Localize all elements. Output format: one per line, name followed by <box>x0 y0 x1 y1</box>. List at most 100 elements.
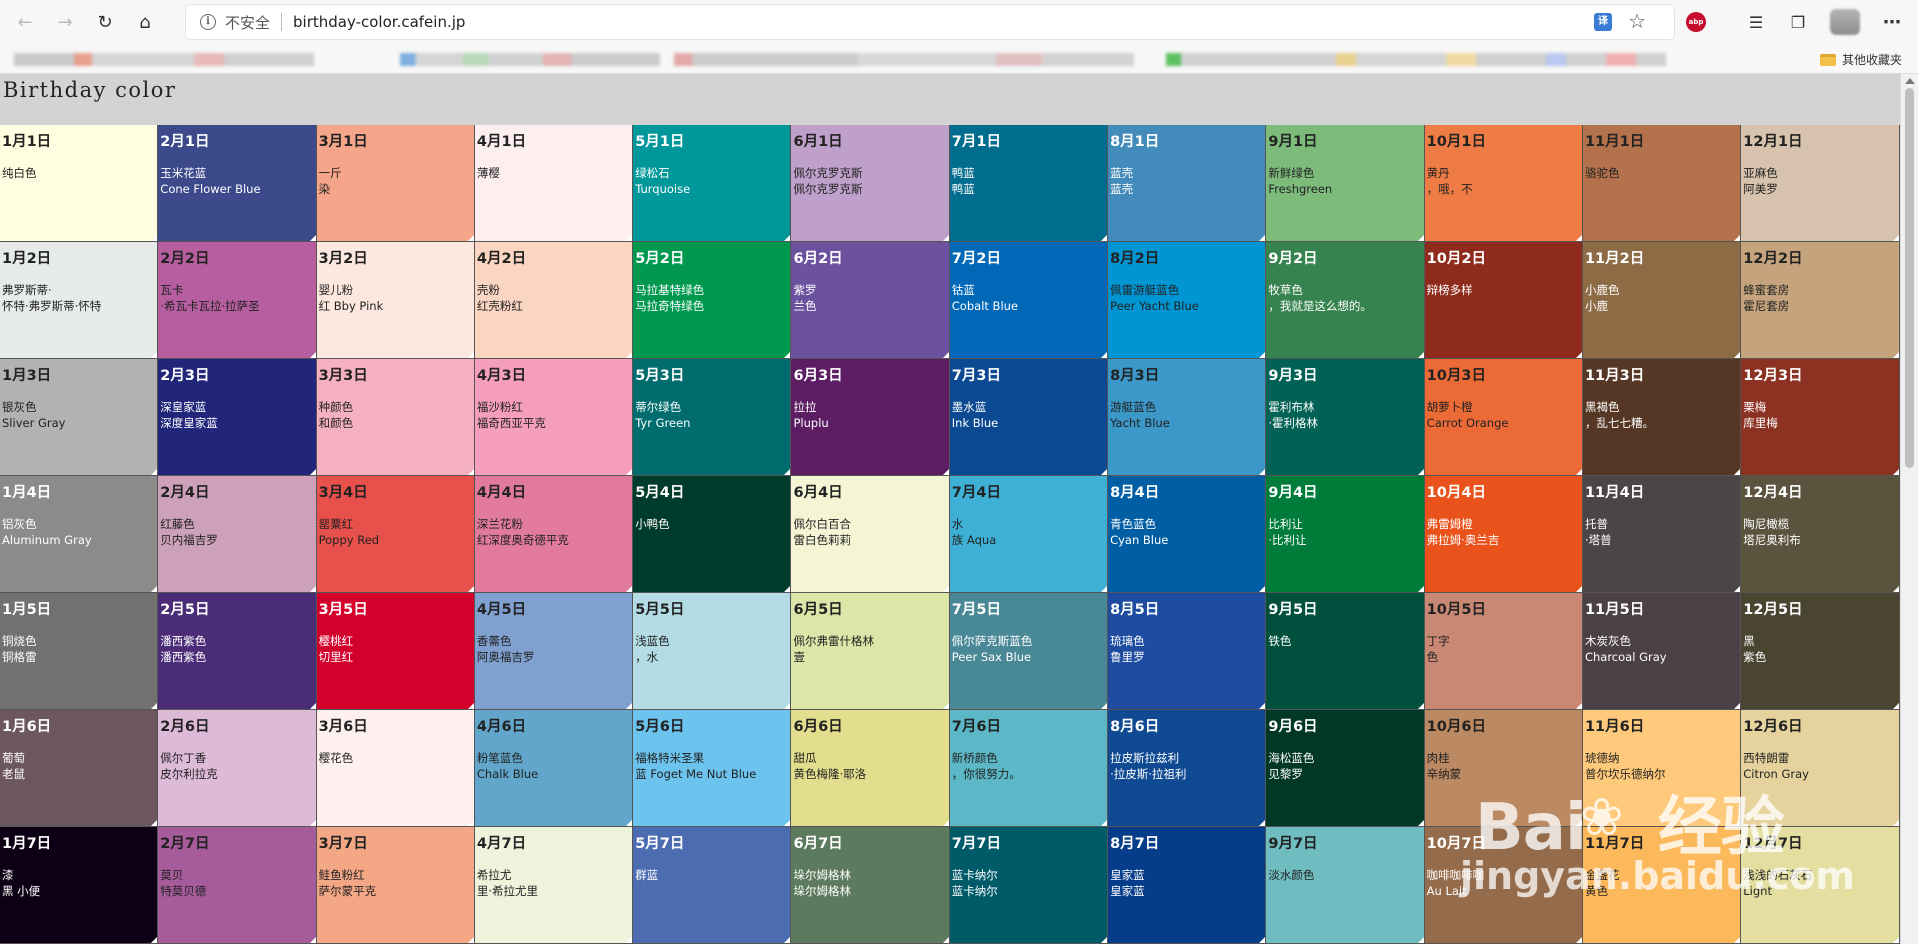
color-cell[interactable]: 12月5日黑紫色 <box>1741 593 1900 710</box>
color-cell[interactable]: 5月2日 马拉基特绿色 马拉奇特绿色 <box>633 242 792 359</box>
color-cell[interactable]: 3月6日 樱花色 <box>316 710 475 827</box>
color-cell[interactable]: 11月2日 小鹿色 小鹿 <box>1582 242 1742 359</box>
color-cell[interactable]: 1月6日 葡萄 老鼠 <box>0 710 159 827</box>
color-cell[interactable]: 10月5日 丁字色 <box>1424 593 1583 710</box>
color-cell[interactable]: 4月2日 壳粉 红壳粉红 <box>474 242 634 359</box>
color-cell[interactable]: 2月7日 莫贝 特莫贝德 <box>158 827 317 944</box>
color-cell[interactable]: 10月1日 黄丹 ，哦，不 <box>1424 125 1583 242</box>
bookmark-blurred[interactable] <box>674 53 1134 66</box>
color-cell[interactable]: 10月6日 肉桂 辛纳蒙 <box>1424 710 1583 827</box>
color-cell[interactable]: 3月2日 婴儿粉红 Bby Pink <box>316 242 475 359</box>
color-cell[interactable]: 2月1日 玉米花蓝 Cone Flower Blue <box>158 125 317 242</box>
color-cell[interactable]: 8月5日 琉璃色 鲁里罗 <box>1108 593 1267 710</box>
color-cell[interactable]: 12月7日 浅浅的石灰石 Light <box>1741 827 1900 944</box>
color-cell[interactable]: 10月4日 弗雷姆橙 弗拉姆·奥兰吉 <box>1424 476 1583 593</box>
color-cell[interactable]: 11月6日 琥德纳 普尔坎乐德纳尔 <box>1582 710 1742 827</box>
color-cell[interactable]: 11月7日 金盏花 黄色 <box>1582 827 1742 944</box>
color-cell[interactable]: 3月3日 种颜色 和颜色 <box>316 359 475 476</box>
color-cell[interactable]: 2月2日 瓦卡 ·希瓦卡瓦拉·拉萨圣 <box>158 242 317 359</box>
color-cell[interactable]: 9月2日 牧草色 ，我就是这么想的。 <box>1266 242 1425 359</box>
color-cell[interactable]: 8月6日 拉皮斯拉兹利 ·拉皮斯·拉祖利 <box>1108 710 1267 827</box>
color-cell[interactable]: 8月7日 皇家蓝 皇家蓝 <box>1108 827 1267 944</box>
color-cell[interactable]: 3月7日 鲑鱼粉红 萨尔蒙平克 <box>316 827 475 944</box>
color-cell[interactable]: 12月4日 陶尼橄榄 塔尼奥利布 <box>1741 476 1900 593</box>
color-cell[interactable]: 5月3日 蒂尔绿色 Tyr Green <box>633 359 792 476</box>
color-cell[interactable]: 1月5日 铜烧色 铜格雷 <box>0 593 159 710</box>
color-cell[interactable]: 12月6日 西特朗雷 Citron Gray <box>1741 710 1900 827</box>
color-cell[interactable]: 4月3日 福沙粉红 福奇西亚平克 <box>474 359 634 476</box>
adblock-icon[interactable]: abp <box>1684 10 1708 34</box>
color-cell[interactable]: 7月6日 新桥颜色 ，你很努力。 <box>949 710 1109 827</box>
profile-avatar[interactable] <box>1830 9 1860 35</box>
color-cell[interactable]: 7月5日 佩尔萨克斯蓝色 Peer Sax Blue <box>949 593 1109 710</box>
forward-arrow-icon[interactable]: → <box>50 7 80 37</box>
color-cell[interactable]: 5月7日 群蓝 <box>633 827 792 944</box>
color-cell[interactable]: 1月3日 银灰色 Sliver Gray <box>0 359 159 476</box>
color-cell[interactable]: 1月4日 铝灰色 Aluminum Gray <box>0 476 159 593</box>
collections-icon[interactable]: ❐ <box>1786 10 1810 34</box>
color-cell[interactable]: 5月1日 绿松石 Turquoise <box>633 125 792 242</box>
star-icon[interactable]: ☆ <box>1628 9 1646 33</box>
color-cell[interactable]: 12月2日 蜂蜜套房 霍尼套房 <box>1741 242 1900 359</box>
color-cell[interactable]: 8月3日 游艇蓝色 Yacht Blue <box>1108 359 1267 476</box>
color-cell[interactable]: 3月4日 罂粟红 Poppy Red <box>316 476 475 593</box>
other-bookmarks-button[interactable]: 其他收藏夹 <box>1819 51 1902 68</box>
color-cell[interactable]: 1月1日 纯白色 <box>0 125 159 242</box>
color-cell[interactable]: 7月4日水族 Aqua <box>949 476 1109 593</box>
color-cell[interactable]: 2月5日 潘西紫色 潘西紫色 <box>158 593 317 710</box>
color-cell[interactable]: 9月4日 比利让 ·比利让 <box>1266 476 1425 593</box>
color-cell[interactable]: 9月3日 霍利布林 ·霍利格林 <box>1266 359 1425 476</box>
color-cell[interactable]: 10月7日 咖啡咖啡咖 Au Lait <box>1424 827 1583 944</box>
translate-icon[interactable]: 译 <box>1594 13 1612 31</box>
color-cell[interactable]: 7月3日 墨水蓝 Ink Blue <box>949 359 1109 476</box>
bookmark-blurred[interactable] <box>1166 53 1666 66</box>
color-cell[interactable]: 7月7日 蓝卡纳尔 蓝卡纳尔 <box>949 827 1109 944</box>
more-icon[interactable]: ⋯ <box>1880 10 1904 34</box>
color-cell[interactable]: 11月4日 托普 ·塔普 <box>1582 476 1742 593</box>
color-cell[interactable]: 4月7日 希拉尤 里·希拉尤里 <box>474 827 634 944</box>
color-cell[interactable]: 9月6日 海松蓝色 见黎罗 <box>1266 710 1425 827</box>
color-cell[interactable]: 3月1日 一斤染 <box>316 125 475 242</box>
color-cell[interactable]: 7月1日 鸭蓝 鸭蓝 <box>949 125 1109 242</box>
color-cell[interactable]: 10月3日 胡萝卜橙 Carrot Orange <box>1424 359 1583 476</box>
back-arrow-icon[interactable]: ← <box>10 7 40 37</box>
color-cell[interactable]: 6月4日 佩尔白百合 雷白色莉莉 <box>791 476 950 593</box>
color-cell[interactable]: 4月6日 粉笔蓝色 Chalk Blue <box>474 710 634 827</box>
color-cell[interactable]: 12月1日 亚麻色 阿美罗 <box>1741 125 1900 242</box>
color-cell[interactable]: 6月1日 佩尔克罗克斯 佩尔克罗克斯 <box>791 125 950 242</box>
color-cell[interactable]: 12月3日 栗梅 库里梅 <box>1741 359 1900 476</box>
scroll-thumb[interactable] <box>1905 88 1914 468</box>
color-cell[interactable]: 1月2日 弗罗斯蒂· 怀特·弗罗斯蒂·怀特 <box>0 242 159 359</box>
color-cell[interactable]: 6月2日 紫罗 兰色 <box>791 242 950 359</box>
color-cell[interactable]: 9月5日 铁色 <box>1266 593 1425 710</box>
color-cell[interactable]: 6月6日 甜瓜 黄色梅隆·耶洛 <box>791 710 950 827</box>
url-text[interactable]: birthday-color.cafein.jp <box>293 13 465 31</box>
color-cell[interactable]: 11月3日 黑褐色 ，乱七七糟。 <box>1582 359 1742 476</box>
color-cell[interactable]: 5月5日 浅蓝色 ，水 <box>633 593 792 710</box>
color-cell[interactable]: 2月6日 佩尔丁香 皮尔利拉克 <box>158 710 317 827</box>
color-cell[interactable]: 9月7日 淡水颜色 <box>1266 827 1425 944</box>
color-cell[interactable]: 1月7日漆黑 小便 <box>0 827 159 944</box>
bookmark-blurred[interactable] <box>400 53 660 66</box>
color-cell[interactable]: 8月4日 青色蓝色 Cyan Blue <box>1108 476 1267 593</box>
color-cell[interactable]: 3月5日 樱桃红 切里红 <box>316 593 475 710</box>
color-cell[interactable]: 5月4日 小鸭色 <box>633 476 792 593</box>
color-cell[interactable]: 4月5日 香薷色 阿奥福吉罗 <box>474 593 634 710</box>
reload-icon[interactable]: ↻ <box>90 7 120 37</box>
color-cell[interactable]: 6月7日 垛尔姆格林 垛尔姆格林 <box>791 827 950 944</box>
favorites-icon[interactable]: ☰ <box>1744 10 1768 34</box>
page-scrollbar[interactable] <box>1900 74 1918 944</box>
color-cell[interactable]: 10月2日 辩榜多样 <box>1424 242 1583 359</box>
color-cell[interactable]: 7月2日 钴蓝 Cobalt Blue <box>949 242 1109 359</box>
color-cell[interactable]: 11月1日 骆驼色 <box>1582 125 1742 242</box>
address-bar[interactable]: i 不安全 birthday-color.cafein.jp 译 ☆ <box>186 5 1674 39</box>
scroll-up-arrow-icon[interactable] <box>1905 78 1915 84</box>
color-cell[interactable]: 4月1日 薄樱 <box>474 125 634 242</box>
color-cell[interactable]: 6月5日 佩尔弗雷什格林壹 <box>791 593 950 710</box>
color-cell[interactable]: 11月5日 木炭灰色 Charcoal Gray <box>1582 593 1742 710</box>
color-cell[interactable]: 8月2日 佩雷游艇蓝色 Peer Yacht Blue <box>1108 242 1267 359</box>
bookmark-blurred[interactable] <box>14 53 314 66</box>
color-cell[interactable]: 8月1日 蓝壳 蓝壳 <box>1108 125 1267 242</box>
home-icon[interactable]: ⌂ <box>130 7 160 37</box>
color-cell[interactable]: 5月6日 福格特米圣果蓝 Foget Me Nut Blue <box>633 710 792 827</box>
